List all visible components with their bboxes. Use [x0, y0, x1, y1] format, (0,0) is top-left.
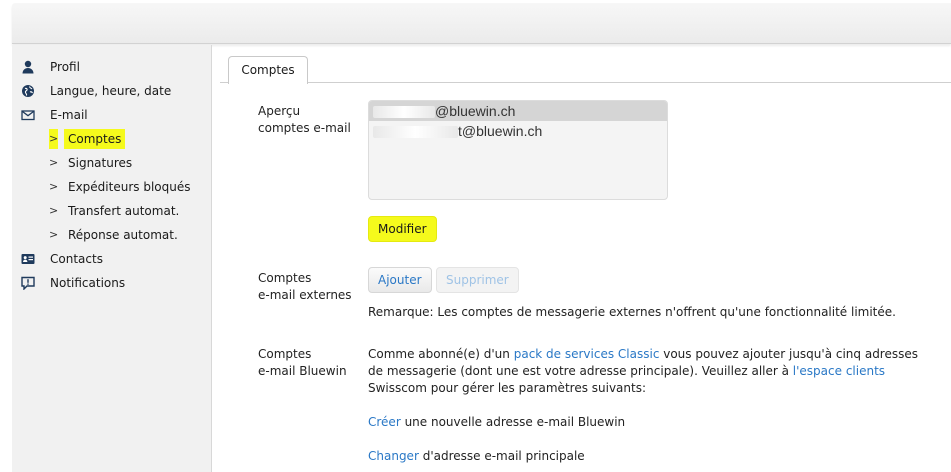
sidebar-item-email[interactable]: E-mail [12, 105, 211, 125]
add-account-button[interactable]: Ajouter [368, 267, 432, 293]
settings-sidebar: Profil Langue, heure, date E-mail > Comp… [12, 45, 212, 472]
remove-account-button[interactable]: Supprimer [436, 267, 519, 293]
bluewin-label: Comptes e-mail Bluewin [258, 347, 347, 378]
chevron-right-icon: > [49, 204, 59, 217]
external-note: Remarque: Les comptes de messagerie exte… [368, 305, 896, 319]
modify-button[interactable]: Modifier [368, 216, 437, 242]
bluewin-description: Comme abonné(e) d'un pack de services Cl… [368, 347, 918, 395]
create-address-link[interactable]: Créer [368, 415, 401, 429]
sidebar-item-auto-forward[interactable]: > Transfert automat. [12, 201, 211, 221]
chevron-right-icon: > [49, 228, 59, 241]
tab-divider [220, 82, 951, 83]
sidebar-item-notifications[interactable]: Notifications [12, 273, 211, 293]
sidebar-item-blocked-senders[interactable]: > Expéditeurs bloqués [12, 177, 211, 197]
sidebar-item-label: Transfert automat. [68, 204, 180, 218]
person-icon [22, 60, 34, 74]
notification-icon [21, 276, 35, 290]
list-item[interactable]: t@bluewin.ch [369, 121, 667, 141]
customer-area-link[interactable]: l'espace clients [793, 364, 885, 378]
sidebar-item-label: Contacts [50, 252, 103, 266]
top-banner [12, 3, 951, 44]
change-address-line: Changer d'adresse e-mail principale [368, 449, 585, 463]
create-address-line: Créer une nouvelle adresse e-mail Bluewi… [368, 415, 626, 429]
sidebar-item-label: Réponse automat. [68, 228, 178, 242]
accounts-list[interactable]: @bluewin.ch t@bluewin.ch [368, 100, 668, 200]
sidebar-item-label: Profil [50, 60, 80, 74]
sidebar-item-profil[interactable]: Profil [12, 57, 211, 77]
external-label: Comptes e-mail externes [258, 271, 352, 302]
contact-card-icon [21, 254, 35, 264]
envelope-icon [21, 110, 35, 121]
sidebar-item-label: Comptes [64, 129, 126, 149]
sidebar-item-comptes[interactable]: > Comptes [12, 129, 211, 149]
sidebar-item-langue[interactable]: Langue, heure, date [12, 81, 211, 101]
change-address-link[interactable]: Changer [368, 449, 419, 463]
chevron-right-icon: > [49, 180, 59, 193]
sidebar-item-label: E-mail [50, 108, 88, 122]
sidebar-item-label: Expéditeurs bloqués [68, 180, 191, 194]
sidebar-item-contacts[interactable]: Contacts [12, 249, 211, 269]
sidebar-item-label: Signatures [68, 156, 133, 170]
tab-comptes[interactable]: Comptes [228, 56, 308, 84]
sidebar-item-label: Notifications [50, 276, 126, 290]
overview-label: Aperçu comptes e-mail [258, 104, 351, 135]
list-item[interactable]: @bluewin.ch [369, 101, 667, 121]
classic-pack-link[interactable]: pack de services Classic [514, 347, 660, 361]
chevron-right-icon: > [49, 156, 59, 169]
sidebar-item-auto-reply[interactable]: > Réponse automat. [12, 225, 211, 245]
globe-icon [22, 85, 34, 97]
sidebar-item-label: Langue, heure, date [50, 84, 172, 98]
sidebar-item-signatures[interactable]: > Signatures [12, 153, 211, 173]
chevron-right-icon: > [49, 129, 59, 149]
